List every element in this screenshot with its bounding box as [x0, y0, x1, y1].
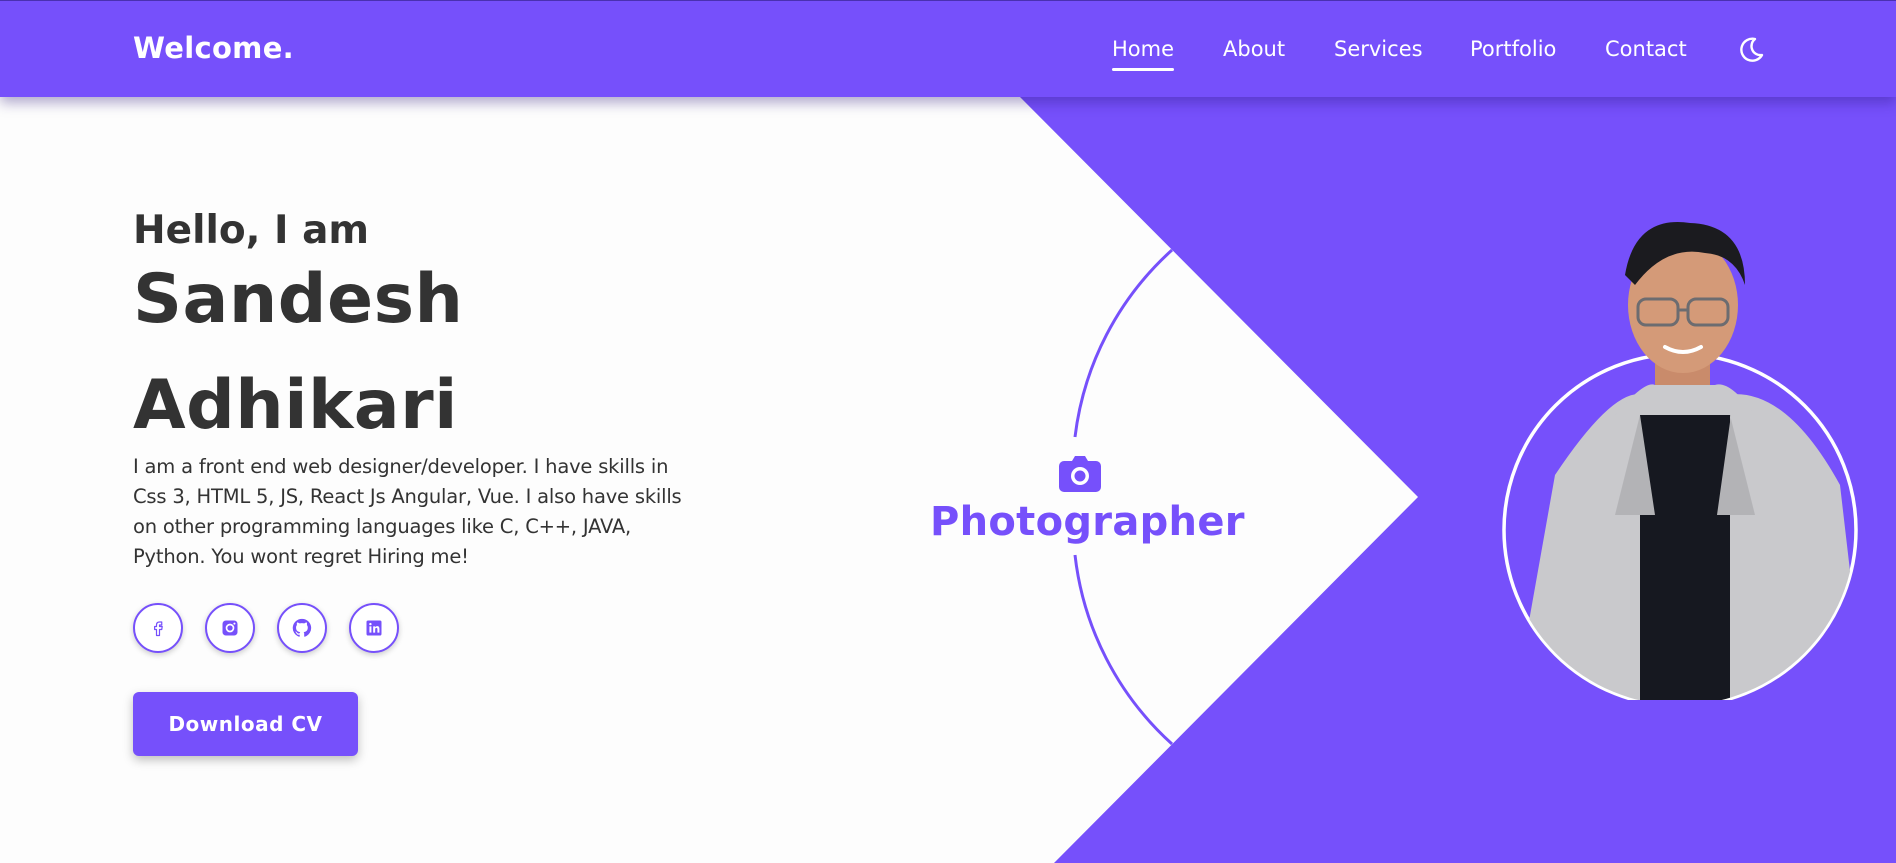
site-logo[interactable]: Welcome. — [133, 31, 294, 65]
instagram-icon — [222, 620, 238, 636]
role-label: Photographer — [930, 499, 1245, 545]
nav-link-about[interactable]: About — [1223, 37, 1285, 61]
facebook-icon — [154, 621, 163, 637]
download-cv-button[interactable]: Download CV — [133, 692, 358, 756]
moon-icon[interactable] — [1736, 35, 1766, 65]
github-link[interactable] — [277, 603, 327, 653]
instagram-link[interactable] — [205, 603, 255, 653]
linkedin-link[interactable] — [349, 603, 399, 653]
linkedin-icon — [366, 620, 382, 636]
nav-link-home[interactable]: Home — [1112, 37, 1175, 71]
hero-heading: Hello, I am Sandesh Adhikari — [133, 205, 463, 459]
profile-photo — [1502, 222, 1858, 700]
camera-icon — [1059, 456, 1101, 492]
nav-link-contact[interactable]: Contact — [1605, 37, 1687, 61]
navbar: Welcome. Home About Services Portfolio C… — [0, 0, 1896, 97]
role-badge: Photographer — [930, 455, 1245, 545]
first-name: Sandesh — [133, 260, 464, 339]
last-name: Adhikari — [133, 366, 458, 445]
nav-link-portfolio[interactable]: Portfolio — [1470, 37, 1556, 61]
github-icon — [292, 618, 312, 637]
facebook-link[interactable] — [133, 603, 183, 653]
hero-description: I am a front end web designer/developer.… — [133, 455, 682, 568]
nav-link-services[interactable]: Services — [1334, 37, 1423, 61]
